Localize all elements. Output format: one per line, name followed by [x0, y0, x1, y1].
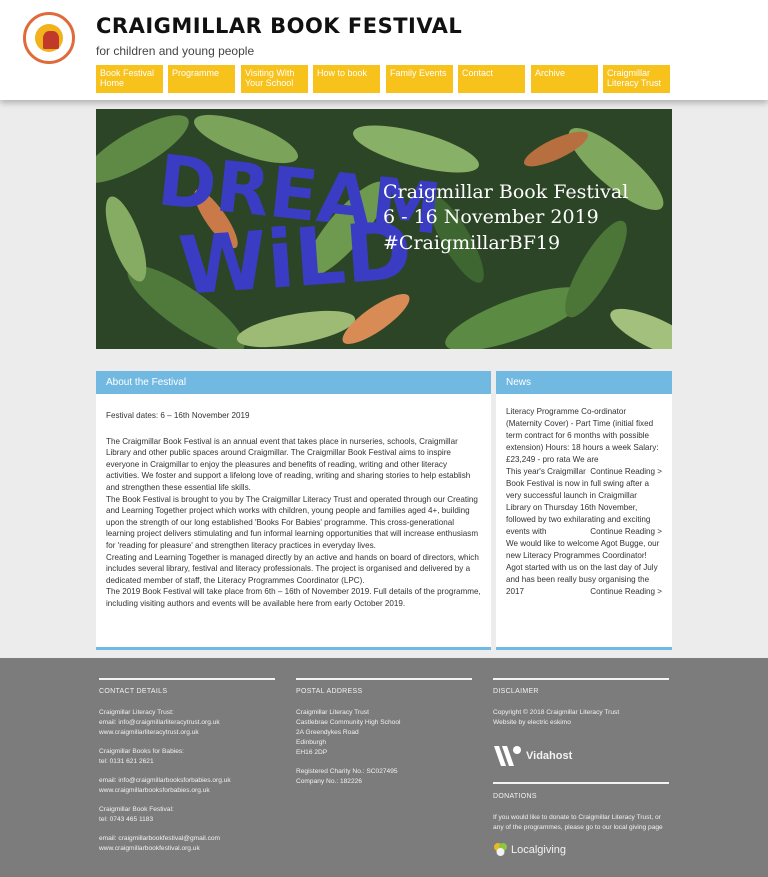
about-paragraph: The 2019 Book Festival will take place f… — [106, 587, 481, 608]
nav-item-visiting-school[interactable]: Visiting With Your School — [241, 65, 308, 93]
contact-heading: CONTACT DETAILS — [99, 688, 168, 695]
about-paragraph: Creating and Learning Together is manage… — [106, 552, 479, 585]
nav-item-contact[interactable]: Contact — [458, 65, 525, 93]
news-list: Literacy Programme Co-ordinator (Materni… — [496, 394, 672, 598]
localgiving-logo[interactable]: Localgiving — [493, 842, 669, 857]
news-heading: News — [496, 371, 672, 394]
banner-title: Craigmillar Book Festival — [383, 181, 628, 203]
festival-name: Craigmillar Book Festival: — [99, 806, 174, 813]
site-header: CRAIGMILLAR BOOK FESTIVAL for children a… — [0, 0, 768, 100]
festival-phone: tel: 0743 465 1183 — [99, 816, 154, 823]
nav-item-archive[interactable]: Archive — [531, 65, 598, 93]
babies-phone: tel: 0131 621 2621 — [99, 758, 154, 765]
festival-dates: Festival dates: 6 – 16th November 2019 — [106, 411, 250, 420]
divider — [493, 782, 669, 784]
nav-item-programme[interactable]: Programme — [168, 65, 235, 93]
donations-text: If you would like to donate to Craigmill… — [493, 814, 663, 831]
donations-heading: DONATIONS — [493, 793, 537, 800]
news-item[interactable]: Literacy Programme Co-ordinator (Materni… — [506, 406, 662, 466]
postal-address-column: POSTAL ADDRESS Craigmillar Literacy Trus… — [296, 678, 472, 787]
banner-wild-lettering: WiLD — [176, 204, 415, 313]
localgiving-icon — [494, 843, 507, 856]
banner-dates: 6 - 16 November 2019 — [383, 206, 599, 228]
website-credit-link[interactable]: Website by electric eskimo — [493, 718, 669, 728]
panel-bottom-rule — [496, 647, 672, 650]
vidahost-icon — [494, 746, 521, 766]
copyright-text: Copyright © 2018 Craigmillar Literacy Tr… — [493, 709, 620, 716]
continue-reading-link[interactable]: Continue Reading > — [590, 526, 662, 538]
festival-website-link[interactable]: www.craigmillarbookfestival.org.uk — [99, 844, 275, 854]
address-line: Castlebrae Community High School — [296, 719, 401, 726]
divider — [296, 678, 472, 680]
about-paragraph: The Craigmillar Book Festival is an annu… — [106, 436, 471, 492]
address-line: Craigmillar Literacy Trust — [296, 709, 369, 716]
babies-email-link[interactable]: email: info@craigmillarbooksforbabies.or… — [99, 776, 275, 786]
nav-item-family-events[interactable]: Family Events — [386, 65, 453, 93]
festival-logo[interactable] — [23, 12, 75, 64]
continue-reading-link[interactable]: Continue Reading > — [590, 586, 662, 598]
address-line: EH16 2DP — [296, 749, 328, 756]
about-body: Festival dates: 6 – 16th November 2019 T… — [96, 394, 491, 610]
news-item[interactable]: We would like to welcome Agot Bugge, our… — [506, 538, 662, 598]
banner-hashtag: #CraigmillarBF19 — [383, 232, 560, 254]
nav-item-literacy-trust[interactable]: Craigmillar Literacy Trust — [603, 65, 670, 93]
babies-website-link[interactable]: www.craigmillarbooksforbabies.org.uk — [99, 786, 275, 796]
festival-banner: DREAM WiLD Craigmillar Book Festival 6 -… — [96, 109, 672, 349]
site-tagline: for children and young people — [96, 44, 255, 58]
divider — [493, 678, 669, 680]
nav-item-home[interactable]: Book Festival Home — [96, 65, 163, 93]
localgiving-wordmark: Localgiving — [511, 843, 567, 856]
address-line: Edinburgh — [296, 739, 327, 746]
trust-name: Craigmillar Literacy Trust: — [99, 709, 174, 716]
vidahost-wordmark: Vidahost — [526, 750, 573, 762]
vidahost-logo[interactable]: Vidahost — [493, 743, 669, 769]
panel-bottom-rule — [96, 647, 491, 650]
continue-reading-link[interactable]: Continue Reading > — [590, 466, 662, 478]
about-paragraph: The Book Festival is brought to you by T… — [106, 494, 479, 550]
banner-artwork: DREAM WiLD Craigmillar Book Festival 6 -… — [96, 109, 672, 349]
divider — [99, 678, 275, 680]
contact-details-column: CONTACT DETAILS Craigmillar Literacy Tru… — [99, 678, 275, 854]
festival-email-link[interactable]: email: craigmillarbookfestival@gmail.com — [99, 834, 275, 844]
trust-website-link[interactable]: www.craigmillarliteracytrust.org.uk — [99, 728, 275, 738]
company-number: Company No.: 182226 — [296, 778, 362, 785]
trust-email-link[interactable]: email: info@craigmillarliteracytrust.org… — [99, 718, 275, 728]
charity-number: Registered Charity No.: SC027495 — [296, 768, 398, 775]
child-reading-icon — [43, 31, 59, 49]
babies-name: Craigmillar Books for Babies: — [99, 748, 185, 755]
news-item-text: This year's Craigmillar — [506, 467, 586, 476]
news-item[interactable]: This year's Craigmillar Continue Reading… — [506, 466, 662, 478]
postal-heading: POSTAL ADDRESS — [296, 688, 363, 695]
disclaimer-column: DISCLAIMER Copyright © 2018 Craigmillar … — [493, 678, 669, 857]
news-item-text: Literacy Programme Co-ordinator (Materni… — [506, 407, 659, 464]
address-line: 2A Greendykes Road — [296, 729, 359, 736]
about-panel: About the Festival Festival dates: 6 – 1… — [96, 371, 491, 650]
site-footer: CONTACT DETAILS Craigmillar Literacy Tru… — [0, 658, 768, 877]
site-title[interactable]: CRAIGMILLAR BOOK FESTIVAL — [96, 14, 462, 38]
news-item[interactable]: Book Festival is now in full swing after… — [506, 478, 662, 538]
news-panel: News Literacy Programme Co-ordinator (Ma… — [496, 371, 672, 650]
about-heading: About the Festival — [96, 371, 491, 394]
disclaimer-heading: DISCLAIMER — [493, 688, 539, 695]
nav-item-how-to-book[interactable]: How to book — [313, 65, 380, 93]
